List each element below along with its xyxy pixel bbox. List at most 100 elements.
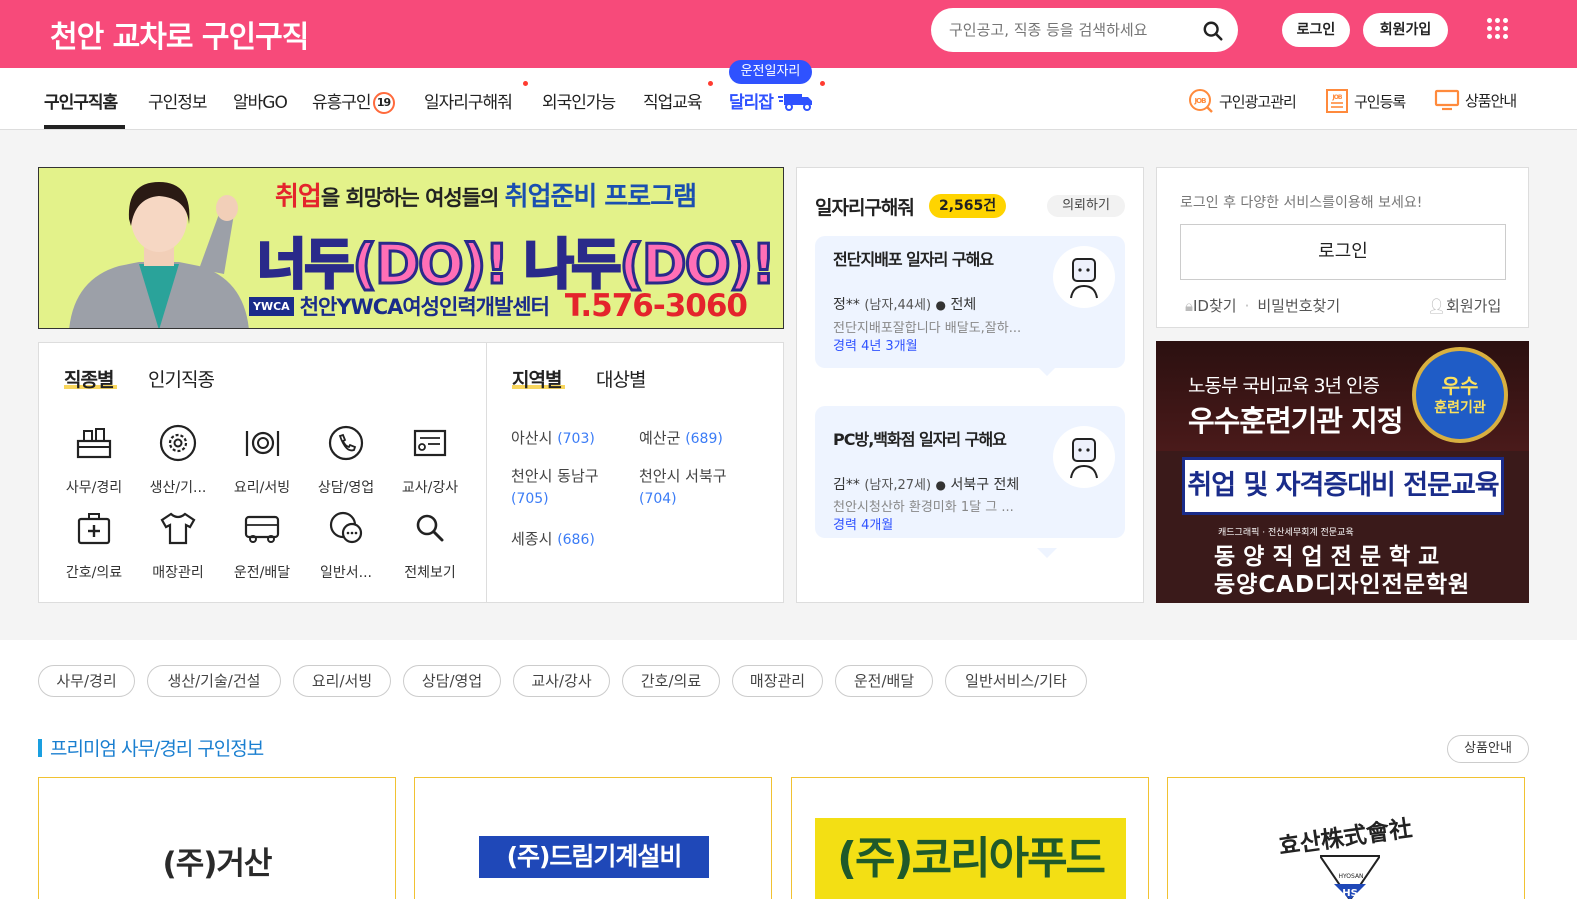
chip-store[interactable]: 매장관리: [732, 665, 823, 697]
ywca-logo: YWCA: [249, 296, 294, 316]
nav-albago[interactable]: 알바GO: [233, 88, 288, 113]
login-button[interactable]: 로그인: [1282, 13, 1350, 47]
seeker-name: 정**: [833, 297, 860, 313]
premium-card[interactable]: 효산株式會社 HYOSAN HS: [1167, 777, 1525, 899]
medical-kit-icon: [77, 513, 111, 545]
nav-driver[interactable]: 달리잡: [729, 88, 816, 113]
job-document-icon: JOB: [1326, 89, 1348, 113]
search-icon[interactable]: [1202, 20, 1224, 42]
cat-sales[interactable]: 상담/영업: [304, 423, 388, 497]
cat-teacher[interactable]: 교사/강사: [388, 423, 472, 497]
region-name: 세종시: [511, 530, 553, 548]
shirt-icon: [160, 512, 196, 545]
search-input[interactable]: [949, 19, 1189, 41]
request-button[interactable]: 의뢰하기: [1047, 195, 1125, 217]
nav-product[interactable]: 상품안내: [1434, 88, 1517, 112]
seeker-career: 4개월: [861, 518, 894, 533]
top-header: 천안 교차로 구인구직 로그인 회원가입: [0, 0, 1577, 68]
chip-medical[interactable]: 간호/의료: [622, 665, 720, 697]
banner-program-text: 취업준비 프로그램: [504, 182, 697, 212]
nav-foreigner[interactable]: 외국인가능: [542, 88, 616, 113]
seekers-count-badge: 2,565건: [929, 194, 1007, 218]
region-dongnam[interactable]: 천안시 동남구 (705): [511, 465, 621, 510]
cat-all[interactable]: 전체보기: [388, 508, 472, 582]
nav-register[interactable]: JOB 구인등록: [1325, 88, 1406, 114]
login-panel-button[interactable]: 로그인: [1180, 224, 1506, 280]
chip-production[interactable]: 생산/기술/건설: [147, 665, 281, 697]
ywca-banner-ad[interactable]: 취업을 희망하는 여성들의 취업준비 프로그램 너두(DO)! 나두(DO)! …: [38, 167, 784, 329]
dongyang-school-ad[interactable]: 노동부 국비교육 3년 인증 우수훈련기관 지정 우수 훈련기관 취업 및 자격…: [1156, 341, 1529, 603]
premium-section-title: 프리미엄 사무/경리 구인정보: [50, 738, 264, 760]
signup-button[interactable]: 회원가입: [1363, 13, 1448, 47]
premium-product-info-button[interactable]: 상품안내: [1447, 735, 1529, 763]
grid-menu-icon[interactable]: [1487, 18, 1509, 40]
chip-office[interactable]: 사무/경리: [38, 665, 135, 697]
cat-service[interactable]: 일반서...: [304, 508, 388, 582]
avatar: [1053, 246, 1115, 308]
region-count: (689): [685, 431, 723, 447]
career-label: 경력: [833, 339, 857, 354]
banner-text: 을 희망하는 여성들의: [320, 186, 505, 210]
nav-entertainment[interactable]: 유흥구인 19: [312, 88, 395, 114]
banner-org-name: 천안YWCA여성인력개발센터: [299, 295, 550, 319]
tab-by-job[interactable]: 직종별: [64, 365, 114, 392]
region-seobuk[interactable]: 천안시 서북구 (704): [639, 465, 749, 510]
find-password-link[interactable]: 비밀번호찾기: [1257, 297, 1340, 315]
seeker-name: 김**: [833, 477, 860, 493]
tab-popular[interactable]: 인기직종: [148, 365, 215, 392]
separator: ·: [1244, 297, 1250, 315]
tab-by-region[interactable]: 지역별: [512, 365, 562, 392]
nav-education[interactable]: 직업교육: [643, 88, 703, 113]
seal-text-top: 우수: [1441, 374, 1479, 398]
person-avatar-icon: [1070, 438, 1098, 479]
chip-service[interactable]: 일반서비스/기타: [945, 665, 1087, 697]
seeker-career: 4년 3개월: [861, 339, 918, 354]
nav-home[interactable]: 구인구직홈: [44, 88, 118, 113]
cat-production[interactable]: 생산/기...: [136, 423, 220, 497]
chip-sales[interactable]: 상담/영업: [403, 665, 501, 697]
region-name: 천안시 동남구: [511, 467, 599, 485]
cat-cooking[interactable]: 요리/서빙: [220, 423, 304, 497]
login-signup-link[interactable]: 회원가입: [1446, 297, 1501, 315]
search-bar[interactable]: [931, 8, 1238, 52]
nav-seek-job[interactable]: 일자리구해줘: [424, 88, 513, 113]
premium-card[interactable]: (주)코리아푸드: [791, 777, 1149, 899]
lock-icon: 🔒︎: [1185, 297, 1193, 315]
tab-by-target[interactable]: 대상별: [596, 365, 646, 392]
phone-chat-icon: [328, 425, 364, 461]
card-tail: [1037, 548, 1057, 558]
login-panel: 로그인 후 다양한 서비스를이용해 보세요! 로그인 🔒︎ID찾기 · 비밀번호찾기…: [1156, 167, 1529, 328]
cat-label: 교사/강사: [401, 480, 459, 496]
chip-cooking[interactable]: 요리/서빙: [293, 665, 391, 697]
location-pin-icon: ●: [935, 478, 946, 492]
person-avatar-icon: [1070, 258, 1098, 299]
premium-card[interactable]: (주)거산: [38, 777, 396, 899]
active-tab-underline: [44, 125, 125, 129]
region-count: (703): [557, 431, 595, 447]
site-logo[interactable]: 천안 교차로 구인구직: [50, 12, 309, 56]
region-sejong[interactable]: 세종시 (686): [511, 528, 595, 549]
banner-phone: T.576-3060: [564, 288, 748, 324]
find-id-link[interactable]: ID찾기: [1193, 297, 1237, 315]
chip-teacher[interactable]: 교사/강사: [513, 665, 610, 697]
office-desk-icon: [76, 428, 112, 459]
ad-school2: 동양CAD디자인전문학원: [1214, 572, 1471, 598]
cat-office[interactable]: 사무/경리: [52, 423, 136, 497]
chip-driving[interactable]: 운전/배달: [835, 665, 933, 697]
premium-card[interactable]: (주)드림기계설비: [414, 777, 772, 899]
nav-job-info[interactable]: 구인정보: [148, 88, 208, 113]
cat-store[interactable]: 매장관리: [136, 508, 220, 582]
seeker-location: 서북구 전체: [950, 477, 1020, 493]
company-logo-text: (주)거산: [162, 846, 273, 882]
cat-driving[interactable]: 운전/배달: [220, 508, 304, 582]
seeker-card[interactable]: PC방,백화점 일자리 구해요 김** (남자,27세) ● 서북구 전체 천안…: [815, 406, 1125, 558]
cat-medical[interactable]: 간호/의료: [52, 508, 136, 582]
ad-line2: 우수훈련기관 지정: [1188, 404, 1404, 438]
region-yesan[interactable]: 예산군 (689): [639, 427, 723, 448]
bus-icon: [244, 515, 280, 543]
region-count: (704): [639, 491, 677, 507]
region-asan[interactable]: 아산시 (703): [511, 427, 595, 448]
nav-ad-manage[interactable]: JOB 구인광고관리: [1188, 88, 1297, 114]
seeker-card[interactable]: 전단지배포 일자리 구해요 정** (남자,44세) ● 전체 전단지배포잘합니…: [815, 236, 1125, 376]
job-search-icon: JOB: [1189, 89, 1213, 113]
